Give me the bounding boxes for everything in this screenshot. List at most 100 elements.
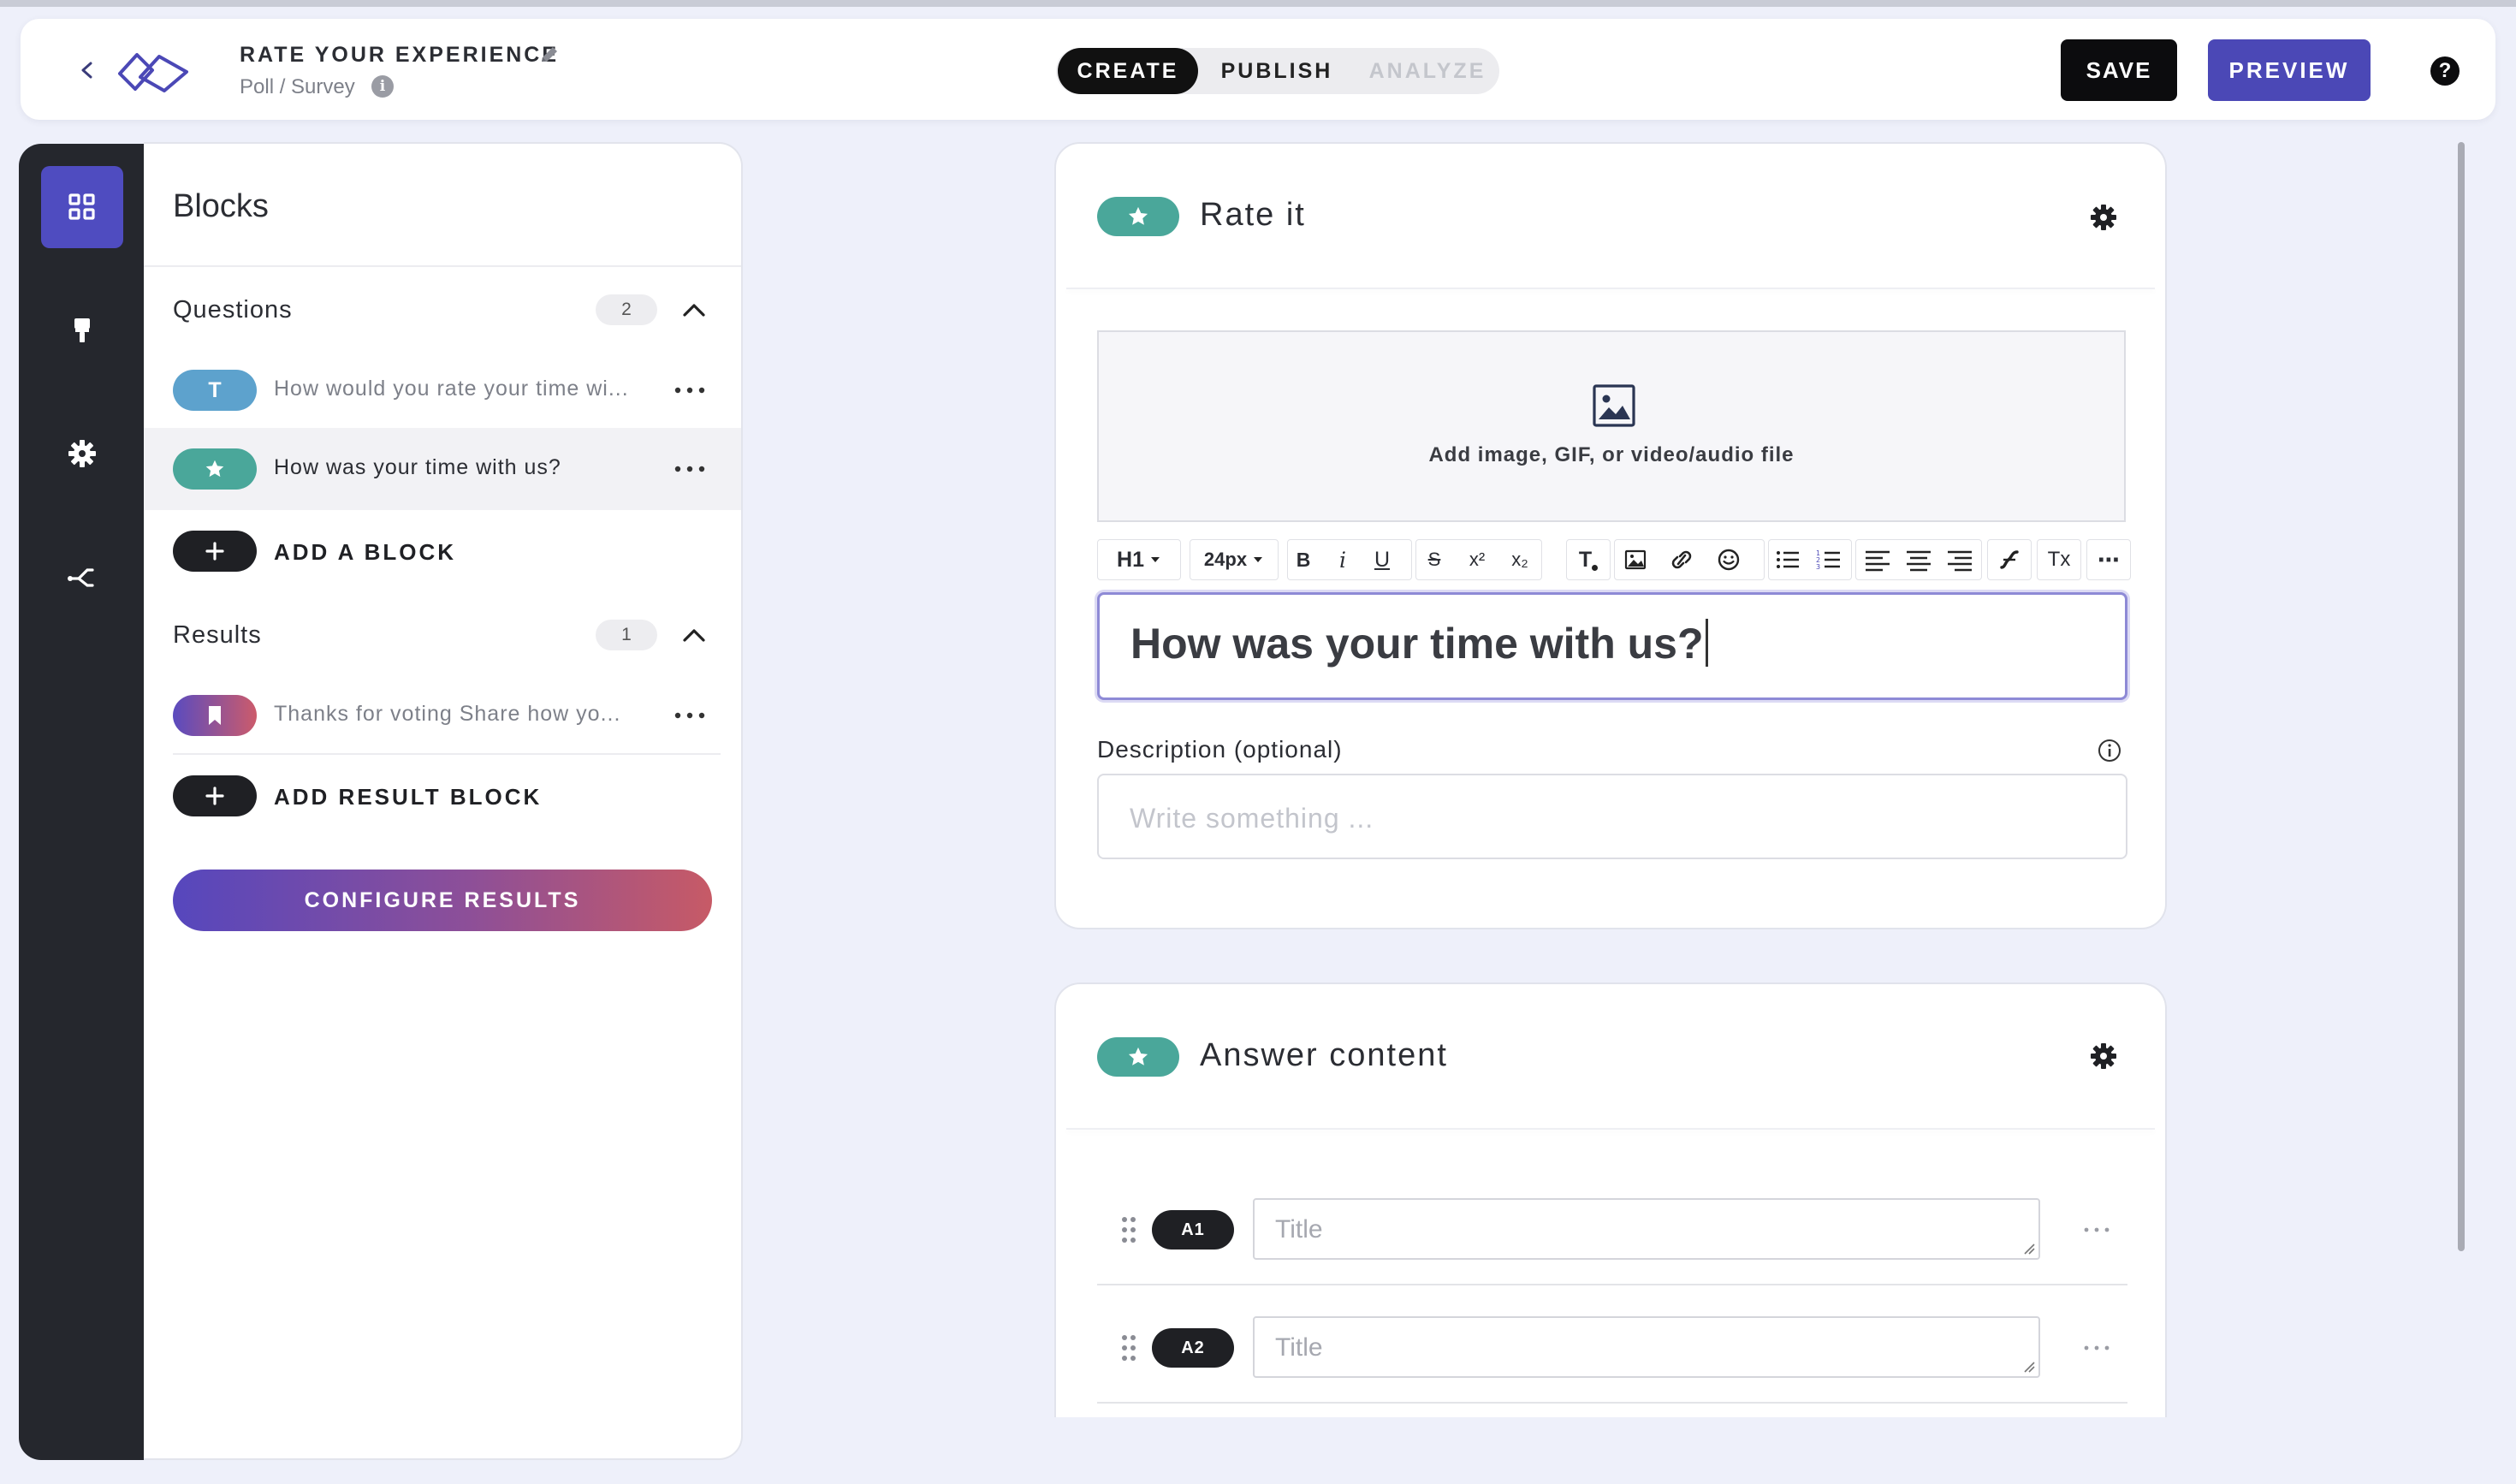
help-icon[interactable]: ? — [2430, 56, 2460, 86]
questions-count-badge: 2 — [596, 294, 657, 325]
tab-analyze[interactable]: ANALYZE — [1357, 48, 1498, 94]
paint-roller-icon — [74, 318, 90, 342]
answer-content-card: Answer content A1 Title A2 Title — [1054, 982, 2167, 1462]
heading-dropdown[interactable]: H1 — [1097, 539, 1181, 580]
main-scrollbar[interactable] — [2458, 142, 2465, 1251]
more-options-icon[interactable] — [673, 464, 707, 474]
result-item-1[interactable]: Thanks for voting Share how yo... — [274, 702, 620, 727]
text-color-button[interactable]: T — [1566, 539, 1611, 580]
question-headline-input[interactable]: How was your time with us? — [1097, 592, 2127, 700]
answer-title-input[interactable]: Title — [1253, 1198, 2040, 1260]
divider — [1066, 1128, 2155, 1130]
image-icon — [1593, 384, 1635, 427]
divider — [1066, 288, 2155, 289]
insert-image-icon[interactable] — [1621, 539, 1650, 580]
text-type-icon: T — [208, 377, 222, 402]
italic-button[interactable]: i — [1330, 539, 1356, 580]
svg-text:3: 3 — [1816, 563, 1820, 571]
resize-handle-icon[interactable] — [2023, 1243, 2035, 1255]
divider — [1097, 1402, 2127, 1404]
bullet-list-icon[interactable] — [1771, 539, 1806, 580]
underline-button[interactable]: U — [1369, 539, 1395, 580]
clear-format-button[interactable]: Tx — [2037, 539, 2081, 580]
media-upload-label: Add image, GIF, or video/audio file — [1428, 443, 1795, 466]
results-count-badge: 1 — [596, 620, 657, 650]
chevron-up-icon[interactable] — [681, 626, 707, 644]
rail-logic-button[interactable] — [41, 536, 123, 618]
emoji-icon[interactable] — [1713, 539, 1744, 580]
align-right-icon[interactable] — [1943, 539, 1977, 580]
bookmark-icon — [209, 706, 221, 725]
align-center-icon[interactable] — [1902, 539, 1936, 580]
info-icon[interactable] — [2097, 738, 2122, 763]
results-section-label: Results — [173, 621, 262, 649]
card-title: Answer content — [1200, 1037, 1448, 1073]
text-caret — [1705, 619, 1708, 667]
star-icon — [1128, 1047, 1148, 1066]
color-dot-icon — [1592, 564, 1599, 571]
gear-icon[interactable] — [2088, 1041, 2119, 1071]
question-item-2[interactable]: How was your time with us? — [274, 455, 561, 480]
back-chevron-icon[interactable] — [74, 53, 99, 87]
rail-settings-button[interactable] — [41, 413, 123, 495]
question-item-1[interactable]: How would you rate your time wi... — [274, 377, 629, 401]
divider — [144, 265, 741, 267]
subscript-button[interactable]: x₂ — [1503, 539, 1537, 580]
rating-type-badge — [1097, 197, 1179, 236]
text-color-label: T — [1578, 547, 1593, 572]
media-upload-area[interactable]: Add image, GIF, or video/audio file — [1097, 330, 2126, 522]
link-icon[interactable] — [1667, 539, 1696, 580]
answer-label-badge: A2 — [1152, 1328, 1234, 1368]
info-icon[interactable]: i — [371, 75, 394, 98]
strikethrough-button[interactable]: S — [1419, 539, 1450, 580]
text-toolbar: H1 24px B i U S x² x₂ T 1 2 3 Tx ⋯ — [1097, 539, 2133, 580]
add-result-block-button[interactable]: ADD RESULT BLOCK — [274, 784, 542, 810]
survey-title[interactable]: RATE YOUR EXPERIENCE — [240, 43, 559, 68]
answer-title-placeholder: Title — [1275, 1215, 1323, 1244]
bold-button[interactable]: B — [1291, 539, 1316, 580]
answer-label-badge: A1 — [1152, 1210, 1234, 1250]
more-options-icon[interactable] — [2080, 1344, 2114, 1352]
tab-publish[interactable]: PUBLISH — [1203, 48, 1350, 94]
drag-handle-icon[interactable] — [1119, 1333, 1138, 1362]
add-block-button[interactable]: ADD A BLOCK — [274, 539, 456, 566]
more-tools-button[interactable]: ⋯ — [2086, 539, 2131, 580]
gear-icon[interactable] — [2088, 202, 2119, 233]
divider — [173, 753, 721, 755]
rail-blocks-button[interactable] — [41, 166, 123, 248]
pencil-icon[interactable] — [537, 43, 561, 67]
star-icon — [205, 460, 224, 478]
unlink-icon — [2000, 550, 2019, 569]
more-options-icon[interactable] — [2080, 1226, 2114, 1234]
chevron-up-icon[interactable] — [681, 301, 707, 318]
font-size-dropdown[interactable]: 24px — [1190, 539, 1279, 580]
blocks-panel: Blocks Questions 2 T How would you rate … — [144, 142, 743, 1460]
more-options-icon[interactable] — [673, 385, 707, 395]
save-button[interactable]: SAVE — [2061, 39, 2177, 101]
panel-title: Blocks — [173, 188, 269, 224]
tab-create[interactable]: CREATE — [1058, 48, 1198, 94]
description-input[interactable]: Write something ... — [1097, 774, 2127, 859]
blocks-icon — [68, 193, 95, 220]
answer-title-input[interactable]: Title — [1253, 1316, 2040, 1378]
add-result-plus-button[interactable] — [173, 775, 257, 816]
font-size-value: 24px — [1203, 549, 1248, 570]
more-options-icon[interactable] — [673, 710, 707, 721]
card-title: Rate it — [1200, 197, 1306, 233]
answer-title-placeholder: Title — [1275, 1333, 1323, 1362]
resize-handle-icon[interactable] — [2023, 1361, 2035, 1373]
add-block-plus-button[interactable] — [173, 531, 257, 572]
numbered-list-icon[interactable]: 123 — [1813, 539, 1847, 580]
plus-icon — [205, 787, 224, 805]
result-type-badge — [173, 695, 257, 736]
star-icon — [1128, 206, 1148, 225]
preview-button[interactable]: PREVIEW — [2208, 39, 2371, 101]
unlink-button[interactable] — [1987, 539, 2032, 580]
rail-design-button[interactable] — [41, 289, 123, 371]
align-left-icon[interactable] — [1860, 539, 1895, 580]
questions-section-label: Questions — [173, 296, 293, 324]
superscript-button[interactable]: x² — [1460, 539, 1494, 580]
mode-switcher: CREATE PUBLISH ANALYZE — [1056, 48, 1499, 94]
drag-handle-icon[interactable] — [1119, 1215, 1138, 1244]
configure-results-button[interactable]: CONFIGURE RESULTS — [173, 870, 712, 931]
